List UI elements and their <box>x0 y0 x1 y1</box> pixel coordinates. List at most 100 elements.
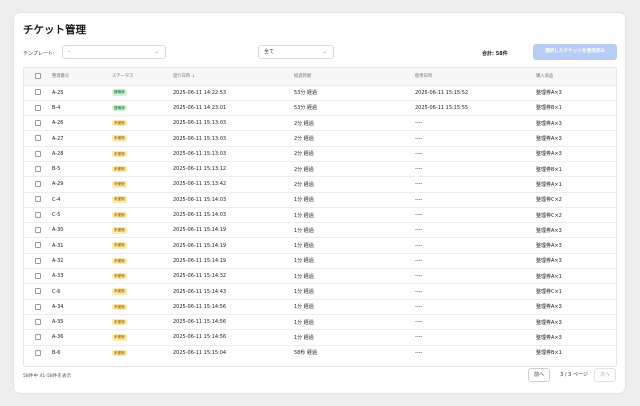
used-at: ---- <box>415 242 423 249</box>
status-cell: 未使用 <box>112 146 173 161</box>
issued-at: 2025-06-11 15:14:03 <box>173 196 227 203</box>
row-checkbox[interactable] <box>35 349 41 356</box>
table-row[interactable]: A-26 未使用 2025-06-11 15:13:03 2分 経過 ---- 整理券A×… <box>24 115 616 131</box>
status-filter-select[interactable]: 全て ⌄ <box>258 45 334 59</box>
ticket-number: A-26 <box>52 120 64 127</box>
next-page-button[interactable]: 次へ <box>594 368 616 382</box>
used-at: ---- <box>415 227 423 234</box>
table-row[interactable]: A-34 未使用 2025-06-11 15:14:56 1分 経過 ---- 整理券A×… <box>24 299 616 314</box>
table-row[interactable]: A-30 未使用 2025-06-11 15:14:19 1分 経過 ---- 整理券A×… <box>24 222 616 238</box>
header-ticket-number[interactable]: 整理番号 <box>52 68 112 85</box>
row-check-cell <box>24 223 52 238</box>
table-row[interactable]: B-6 未使用 2025-06-11 15:15:04 58秒 経過 ---- 整理券B×… <box>24 345 616 360</box>
chevron-down-icon: ⌄ <box>322 49 327 55</box>
ticket-number: A-25 <box>52 89 64 96</box>
select-all-checkbox[interactable] <box>35 73 41 79</box>
template-select-value: - <box>68 49 70 55</box>
prev-page-button[interactable]: 前へ <box>528 368 550 382</box>
table-row[interactable]: C-4 未使用 2025-06-11 15:14:03 1分 経過 ---- 整理券C×2 <box>24 192 616 207</box>
template-select[interactable]: - ⌄ <box>62 45 166 59</box>
table-row[interactable]: C-5 未使用 2025-06-11 15:14:03 1分 経過 ---- 整理券C×2 <box>24 207 616 222</box>
ticket-number: C-6 <box>52 288 61 295</box>
row-checkbox[interactable] <box>35 242 41 249</box>
purchased-item: 整理券A×3 <box>536 258 562 265</box>
issued-at: 2025-06-11 15:14:32 <box>173 273 227 280</box>
row-checkbox[interactable] <box>35 211 41 218</box>
row-checkbox[interactable] <box>35 288 41 295</box>
mark-selected-used-button[interactable]: 選択したチケットを使用済み <box>533 44 617 60</box>
elapsed-time: 1分 経過 <box>294 243 314 250</box>
table-row[interactable]: C-6 未使用 2025-06-11 15:14:43 1分 経過 ---- 整理券C×1 <box>24 283 616 299</box>
row-checkbox[interactable] <box>35 227 41 234</box>
table-row[interactable]: A-33 未使用 2025-06-11 15:14:32 1分 経過 ---- 整理券A×… <box>24 268 616 284</box>
table-row[interactable]: A-28 未使用 2025-06-11 15:13:03 2分 経過 ---- 整理券A×… <box>24 146 616 161</box>
table-row[interactable]: A-31 未使用 2025-06-11 15:14:19 1分 経過 ---- 整理券A×… <box>24 237 616 253</box>
purchased-item: 整理券A×3 <box>536 319 562 326</box>
status-cell: 未使用 <box>112 116 173 131</box>
status-badge: 未使用 <box>112 257 127 265</box>
select-all-cell <box>24 68 52 85</box>
row-checkbox[interactable] <box>35 334 41 341</box>
table-row[interactable]: B-4 使用済 2025-06-11 14:23:01 53分 経過 2025-06-1… <box>24 100 616 115</box>
status-cell: 未使用 <box>112 299 173 314</box>
row-check-cell <box>24 116 52 131</box>
row-check-cell <box>24 269 52 284</box>
table-row[interactable]: B-5 未使用 2025-06-11 15:13:12 2分 経過 ---- 整理券B×1 <box>24 161 616 176</box>
row-checkbox[interactable] <box>35 181 41 188</box>
status-badge: 未使用 <box>112 303 127 311</box>
purchased-item: 整理券A×3 <box>536 227 562 234</box>
ticket-number: C-4 <box>52 196 61 203</box>
row-check-cell <box>24 299 52 314</box>
row-checkbox[interactable] <box>35 89 41 96</box>
row-checkbox[interactable] <box>35 104 41 111</box>
issued-at: 2025-06-11 14:23:01 <box>173 104 227 111</box>
status-cell: 使用済 <box>112 85 173 100</box>
status-badge: 未使用 <box>112 242 127 249</box>
status-cell: 未使用 <box>112 131 173 146</box>
table-row[interactable]: A-25 使用済 2025-06-11 14:22:53 53分 経過 2025-06-… <box>24 85 616 100</box>
issued-at: 2025-06-11 15:14:19 <box>173 257 227 264</box>
ticket-number: A-33 <box>52 273 64 280</box>
ticket-number: A-35 <box>52 319 64 326</box>
elapsed-time: 2分 経過 <box>294 181 314 188</box>
elapsed-time: 53分 経過 <box>294 105 317 112</box>
used-at: 2025-06-11 15:15:55 <box>415 104 469 111</box>
header-issued-at[interactable]: 発行日時 ↓ <box>173 68 294 85</box>
table-row[interactable]: A-27 未使用 2025-06-11 15:13:03 2分 経過 ---- 整理券A×… <box>24 130 616 146</box>
row-checkbox[interactable] <box>35 150 41 157</box>
status-badge: 未使用 <box>112 119 127 127</box>
used-at: ---- <box>415 166 423 173</box>
issued-at: 2025-06-11 14:22:53 <box>173 89 227 96</box>
purchased-item: 整理券C×2 <box>536 212 562 219</box>
status-badge: 未使用 <box>112 150 127 158</box>
header-status[interactable]: ステータス <box>112 68 173 85</box>
table-row[interactable]: A-35 未使用 2025-06-11 15:14:56 1分 経過 ---- 整理券A×… <box>24 314 616 329</box>
row-checkbox[interactable] <box>35 196 41 203</box>
ticket-management-panel: チケット管理 テンプレート: - ⌄ 全て ⌄ 合計: 58件 選択したチケット… <box>14 13 625 393</box>
status-badge: 未使用 <box>112 211 127 219</box>
header-used-at[interactable]: 使用日時 <box>415 68 536 85</box>
purchased-item: 整理券A×3 <box>536 304 562 311</box>
ticket-number: A-36 <box>52 334 64 341</box>
elapsed-time: 1分 経過 <box>294 289 314 295</box>
row-checkbox[interactable] <box>35 318 41 325</box>
row-check-cell <box>24 284 52 299</box>
issued-at: 2025-06-11 15:14:56 <box>173 303 227 310</box>
table-row[interactable]: A-29 未使用 2025-06-11 15:13:42 2分 経過 ---- 整理券A×… <box>24 176 616 192</box>
row-checkbox[interactable] <box>35 303 41 310</box>
table-row[interactable]: A-32 未使用 2025-06-11 15:14:19 1分 経過 ---- 整理券A×… <box>24 253 616 268</box>
purchased-item: 整理券A×3 <box>536 243 562 250</box>
ticket-table: 整理番号 ステータス 発行日時 ↓ 経過時間 使用日時 購入商品 A-25 使用済… <box>23 67 617 367</box>
purchased-item: 整理券B×1 <box>536 166 562 173</box>
row-checkbox[interactable] <box>35 119 41 126</box>
row-checkbox[interactable] <box>35 135 41 142</box>
row-checkbox[interactable] <box>35 257 41 264</box>
status-badge: 未使用 <box>112 135 127 142</box>
row-checkbox[interactable] <box>35 272 41 279</box>
header-elapsed[interactable]: 経過時間 <box>294 68 415 85</box>
header-item[interactable]: 購入商品 <box>536 68 616 85</box>
issued-at: 2025-06-11 15:14:56 <box>173 319 227 326</box>
row-checkbox[interactable] <box>35 165 41 172</box>
issued-at: 2025-06-11 15:14:19 <box>173 242 227 249</box>
table-row[interactable]: A-36 未使用 2025-06-11 15:14:56 1分 経過 ---- 整理券A×… <box>24 329 616 345</box>
